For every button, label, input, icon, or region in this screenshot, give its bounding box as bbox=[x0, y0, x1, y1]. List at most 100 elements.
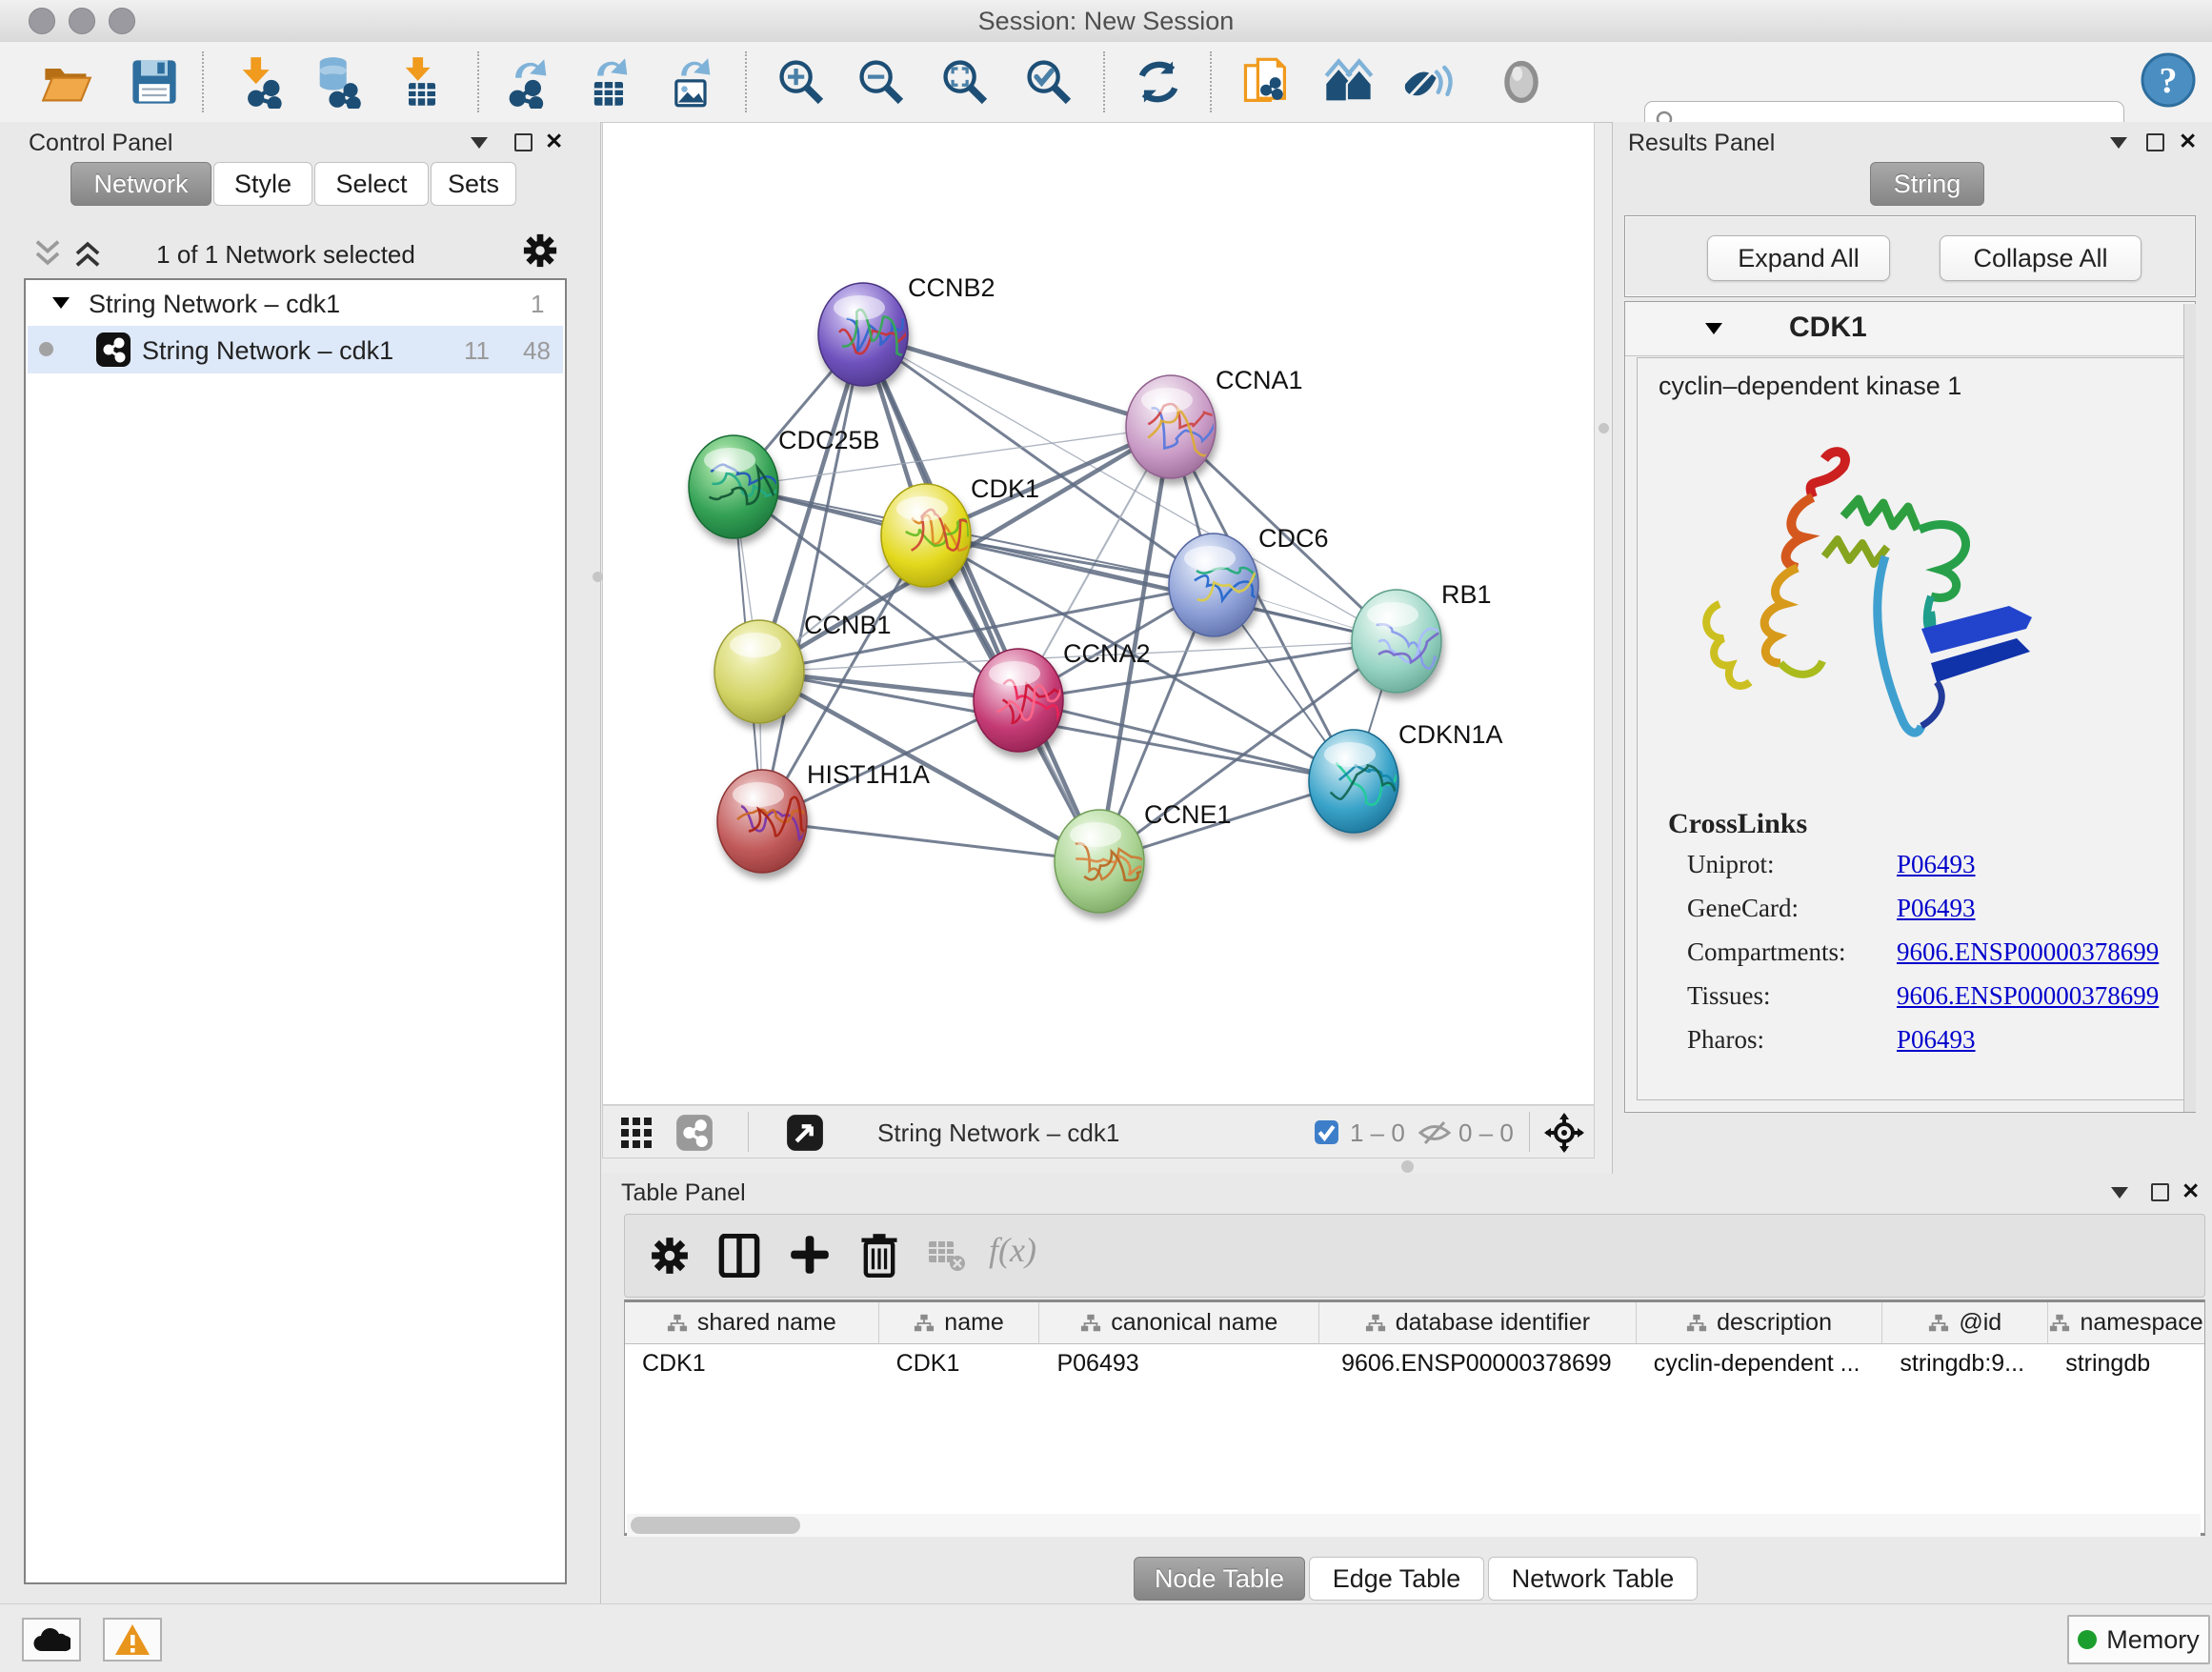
tab-style[interactable]: Style bbox=[213, 162, 312, 206]
string-view-icon[interactable] bbox=[675, 1114, 714, 1157]
table-gear-icon[interactable] bbox=[650, 1236, 690, 1280]
zoom-out-icon[interactable] bbox=[855, 55, 908, 109]
expand-all-button[interactable]: Expand All bbox=[1707, 235, 1890, 281]
splitter-handle[interactable] bbox=[593, 572, 603, 582]
warning-status-button[interactable] bbox=[103, 1618, 162, 1662]
tab-node-table[interactable]: Node Table bbox=[1134, 1557, 1305, 1601]
maximize-panel-icon[interactable] bbox=[2146, 133, 2164, 151]
tab-string-label: String bbox=[1894, 170, 1961, 199]
table-horizontal-scrollbar[interactable] bbox=[627, 1514, 2201, 1537]
close-panel-icon[interactable]: ✕ bbox=[545, 131, 563, 151]
view-network-title: String Network – cdk1 bbox=[877, 1118, 1119, 1148]
import-table-icon[interactable] bbox=[395, 55, 449, 109]
import-network-icon[interactable] bbox=[233, 55, 287, 109]
column-label: description bbox=[1717, 1309, 1832, 1337]
close-panel-icon[interactable]: ✕ bbox=[2179, 131, 2197, 151]
crosslink-tissues-link[interactable]: 9606.ENSP00000378699 bbox=[1897, 981, 2159, 1011]
tab-network-table[interactable]: Network Table bbox=[1488, 1557, 1698, 1601]
grid-view-icon[interactable] bbox=[620, 1117, 653, 1154]
tab-select[interactable]: Select bbox=[314, 162, 429, 206]
refresh-icon[interactable] bbox=[1132, 55, 1185, 109]
memory-button[interactable]: Memory bbox=[2067, 1615, 2210, 1664]
open-session-icon[interactable] bbox=[40, 55, 93, 109]
cell-namespace[interactable]: stringdb bbox=[2048, 1344, 2204, 1382]
tab-sets[interactable]: Sets bbox=[431, 162, 516, 206]
network-canvas[interactable]: CCNB2CCNA1CDC25BCDK1CDC6RB1CCNB1CCNA2CDK… bbox=[602, 122, 1595, 1105]
column-header[interactable]: shared name bbox=[625, 1302, 879, 1344]
network-collection-row[interactable]: String Network – cdk1 1 bbox=[26, 280, 565, 326]
svg-text:CCNB2: CCNB2 bbox=[908, 273, 995, 302]
maximize-panel-icon[interactable] bbox=[514, 133, 533, 151]
crosslink-genecard-link[interactable]: P06493 bbox=[1897, 894, 1976, 923]
import-network-database-icon[interactable] bbox=[311, 55, 364, 109]
splitter-handle[interactable] bbox=[1599, 423, 1609, 433]
add-column-icon[interactable] bbox=[789, 1234, 831, 1280]
tab-edge-table[interactable]: Edge Table bbox=[1309, 1557, 1484, 1601]
collapse-all-label: Collapse All bbox=[1973, 244, 2107, 273]
help-icon[interactable]: ? bbox=[2140, 51, 2197, 113]
duplicate-network-icon[interactable] bbox=[1239, 55, 1293, 109]
tab-network[interactable]: Network bbox=[70, 162, 211, 206]
table-row[interactable]: CDK1 CDK1 P06493 9606.ENSP00000378699 cy… bbox=[625, 1344, 2204, 1382]
tab-string[interactable]: String bbox=[1870, 162, 1984, 206]
zoom-in-icon[interactable] bbox=[774, 55, 828, 109]
float-panel-icon[interactable] bbox=[471, 137, 488, 149]
birds-eye-view-icon[interactable] bbox=[786, 1114, 824, 1157]
protein-collapse-icon[interactable] bbox=[1705, 323, 1722, 334]
glass-eye-icon[interactable] bbox=[1495, 55, 1548, 109]
column-header[interactable]: description bbox=[1637, 1302, 1883, 1344]
svg-text:CCNA2: CCNA2 bbox=[1063, 639, 1151, 668]
splitter-handle[interactable] bbox=[1401, 1160, 1414, 1173]
cell-canonical-name[interactable]: P06493 bbox=[1039, 1344, 1319, 1382]
float-panel-icon[interactable] bbox=[2111, 1187, 2128, 1199]
crosslink-pharos-link[interactable]: P06493 bbox=[1897, 1025, 1976, 1055]
protein-description: cyclin–dependent kinase 1 bbox=[1659, 372, 1961, 401]
hide-eye-icon[interactable] bbox=[1401, 55, 1455, 109]
crosslink-label: Compartments: bbox=[1687, 937, 1845, 967]
crosslink-uniprot-link[interactable]: P06493 bbox=[1897, 850, 1976, 879]
save-session-icon[interactable] bbox=[128, 55, 181, 109]
export-network-icon[interactable] bbox=[501, 55, 554, 109]
network-graph[interactable]: CCNB2CCNA1CDC25BCDK1CDC6RB1CCNB1CCNA2CDK… bbox=[603, 123, 1594, 1104]
window-titlebar: Session: New Session bbox=[0, 0, 2212, 43]
network-options-gear-icon[interactable] bbox=[522, 232, 558, 273]
table-header-row: shared name name canonical name database… bbox=[625, 1302, 2204, 1344]
hidden-eye-icon[interactable] bbox=[1418, 1118, 1451, 1152]
collapse-all-button[interactable]: Collapse All bbox=[1940, 235, 2142, 281]
cloud-status-button[interactable] bbox=[22, 1618, 81, 1662]
network-row-selected[interactable]: String Network – cdk1 11 48 bbox=[28, 326, 563, 373]
close-panel-icon[interactable]: ✕ bbox=[2182, 1181, 2200, 1200]
collapse-all-networks-icon[interactable] bbox=[32, 238, 63, 273]
cell-id[interactable]: stringdb:9... bbox=[1882, 1344, 2048, 1382]
maximize-panel-icon[interactable] bbox=[2151, 1183, 2169, 1201]
expand-all-networks-icon[interactable] bbox=[72, 238, 103, 273]
cell-shared-name[interactable]: CDK1 bbox=[625, 1344, 879, 1382]
fit-selected-crosshair-icon[interactable] bbox=[1544, 1113, 1584, 1158]
results-scrollbar[interactable] bbox=[2183, 304, 2196, 1112]
selected-checkbox-icon[interactable] bbox=[1314, 1119, 1339, 1150]
column-header[interactable]: canonical name bbox=[1039, 1302, 1319, 1344]
show-columns-icon[interactable] bbox=[718, 1234, 760, 1282]
zoom-selected-icon[interactable] bbox=[1022, 55, 1076, 109]
cell-name[interactable]: CDK1 bbox=[879, 1344, 1040, 1382]
delete-table-icon[interactable] bbox=[928, 1239, 966, 1277]
collection-expand-icon[interactable] bbox=[52, 297, 70, 309]
column-header[interactable]: name bbox=[879, 1302, 1040, 1344]
export-image-icon[interactable] bbox=[665, 55, 718, 109]
column-type-icon bbox=[1365, 1313, 1386, 1334]
column-header[interactable]: @id bbox=[1882, 1302, 2048, 1344]
cell-description[interactable]: cyclin-dependent ... bbox=[1637, 1344, 1883, 1382]
network-view-toolbar: String Network – cdk1 1 – 0 0 – 0 bbox=[602, 1105, 1595, 1158]
zoom-fit-icon[interactable] bbox=[938, 55, 992, 109]
crosslink-compartments-link[interactable]: 9606.ENSP00000378699 bbox=[1897, 937, 2159, 967]
delete-column-icon[interactable] bbox=[859, 1232, 899, 1282]
show-all-views-icon[interactable] bbox=[1322, 55, 1376, 109]
protein-header-row[interactable]: CDK1 bbox=[1625, 302, 2195, 356]
function-builder-icon[interactable]: f(x) bbox=[989, 1230, 1036, 1270]
cell-database-identifier[interactable]: 9606.ENSP00000378699 bbox=[1319, 1344, 1637, 1382]
scrollbar-thumb[interactable] bbox=[631, 1517, 800, 1534]
export-table-icon[interactable] bbox=[583, 55, 636, 109]
column-header[interactable]: namespace bbox=[2048, 1302, 2204, 1344]
float-panel-icon[interactable] bbox=[2110, 137, 2127, 149]
column-header[interactable]: database identifier bbox=[1319, 1302, 1637, 1344]
